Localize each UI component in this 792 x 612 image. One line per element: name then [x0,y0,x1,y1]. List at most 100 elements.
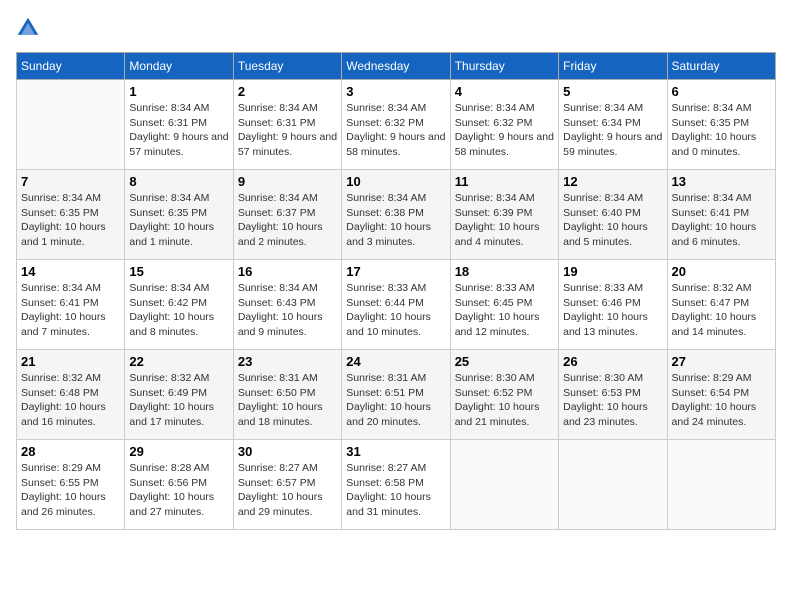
day-number: 12 [563,174,662,189]
calendar-week-row: 1Sunrise: 8:34 AMSunset: 6:31 PMDaylight… [17,80,776,170]
calendar-cell: 18Sunrise: 8:33 AMSunset: 6:45 PMDayligh… [450,260,558,350]
day-number: 24 [346,354,445,369]
day-number: 5 [563,84,662,99]
weekday-header-row: SundayMondayTuesdayWednesdayThursdayFrid… [17,53,776,80]
cell-info: Sunrise: 8:34 AMSunset: 6:41 PMDaylight:… [21,281,120,340]
cell-info: Sunrise: 8:27 AMSunset: 6:57 PMDaylight:… [238,461,337,520]
day-number: 29 [129,444,228,459]
calendar-cell: 31 Sunrise: 8:27 AMSunset: 6:58 PMDayligh… [342,440,450,530]
cell-info: Sunrise: 8:31 AMSunset: 6:51 PMDaylight:… [346,371,445,430]
cell-info: Sunrise: 8:34 AMSunset: 6:32 PMDaylight:… [455,101,554,160]
calendar-table: SundayMondayTuesdayWednesdayThursdayFrid… [16,52,776,530]
cell-info: Sunrise: 8:34 AMSunset: 6:37 PMDaylight:… [238,191,337,250]
day-number: 4 [455,84,554,99]
cell-info: Sunrise: 8:32 AMSunset: 6:49 PMDaylight:… [129,371,228,430]
day-number: 7 [21,174,120,189]
day-number: 16 [238,264,337,279]
calendar-cell: 28Sunrise: 8:29 AMSunset: 6:55 PMDayligh… [17,440,125,530]
day-number: 20 [672,264,771,279]
cell-info: Sunrise: 8:34 AMSunset: 6:34 PMDaylight:… [563,101,662,160]
calendar-cell: 9 Sunrise: 8:34 AMSunset: 6:37 PMDaylight… [233,170,341,260]
cell-info: Sunrise: 8:33 AMSunset: 6:44 PMDaylight:… [346,281,445,340]
cell-info: Sunrise: 8:34 AMSunset: 6:39 PMDaylight:… [455,191,554,250]
day-number: 21 [21,354,120,369]
cell-info: Sunrise: 8:32 AMSunset: 6:48 PMDaylight:… [21,371,120,430]
cell-info: Sunrise: 8:34 AMSunset: 6:43 PMDaylight:… [238,281,337,340]
calendar-week-row: 21 Sunrise: 8:32 AMSunset: 6:48 PMDayligh… [17,350,776,440]
day-number: 6 [672,84,771,99]
day-number: 18 [455,264,554,279]
day-number: 31 [346,444,445,459]
calendar-cell: 19 Sunrise: 8:33 AMSunset: 6:46 PMDayligh… [559,260,667,350]
calendar-cell: 6 Sunrise: 8:34 AMSunset: 6:35 PMDaylight… [667,80,775,170]
weekday-header-thursday: Thursday [450,53,558,80]
day-number: 25 [455,354,554,369]
day-number: 9 [238,174,337,189]
page-header [16,16,776,40]
day-number: 10 [346,174,445,189]
cell-info: Sunrise: 8:34 AMSunset: 6:35 PMDaylight:… [672,101,771,160]
logo-icon [16,16,40,40]
calendar-cell: 2 Sunrise: 8:34 AMSunset: 6:31 PMDaylight… [233,80,341,170]
cell-info: Sunrise: 8:34 AMSunset: 6:31 PMDaylight:… [238,101,337,160]
calendar-cell: 23 Sunrise: 8:31 AMSunset: 6:50 PMDayligh… [233,350,341,440]
calendar-cell: 10 Sunrise: 8:34 AMSunset: 6:38 PMDayligh… [342,170,450,260]
calendar-week-row: 28Sunrise: 8:29 AMSunset: 6:55 PMDayligh… [17,440,776,530]
cell-info: Sunrise: 8:34 AMSunset: 6:35 PMDaylight:… [129,191,228,250]
calendar-week-row: 7 Sunrise: 8:34 AMSunset: 6:35 PMDaylight… [17,170,776,260]
cell-info: Sunrise: 8:32 AMSunset: 6:47 PMDaylight:… [672,281,771,340]
weekday-header-friday: Friday [559,53,667,80]
day-number: 27 [672,354,771,369]
calendar-cell: 13 Sunrise: 8:34 AMSunset: 6:41 PMDayligh… [667,170,775,260]
cell-info: Sunrise: 8:30 AMSunset: 6:52 PMDaylight:… [455,371,554,430]
calendar-cell: 30 Sunrise: 8:27 AMSunset: 6:57 PMDayligh… [233,440,341,530]
day-number: 17 [346,264,445,279]
day-number: 30 [238,444,337,459]
weekday-header-saturday: Saturday [667,53,775,80]
cell-info: Sunrise: 8:27 AMSunset: 6:58 PMDaylight:… [346,461,445,520]
calendar-cell: 26 Sunrise: 8:30 AMSunset: 6:53 PMDayligh… [559,350,667,440]
cell-info: Sunrise: 8:33 AMSunset: 6:46 PMDaylight:… [563,281,662,340]
calendar-cell: 16 Sunrise: 8:34 AMSunset: 6:43 PMDayligh… [233,260,341,350]
calendar-cell [17,80,125,170]
cell-info: Sunrise: 8:29 AMSunset: 6:54 PMDaylight:… [672,371,771,430]
calendar-cell: 22 Sunrise: 8:32 AMSunset: 6:49 PMDayligh… [125,350,233,440]
calendar-cell: 29Sunrise: 8:28 AMSunset: 6:56 PMDayligh… [125,440,233,530]
day-number: 15 [129,264,228,279]
cell-info: Sunrise: 8:30 AMSunset: 6:53 PMDaylight:… [563,371,662,430]
day-number: 23 [238,354,337,369]
day-number: 28 [21,444,120,459]
cell-info: Sunrise: 8:34 AMSunset: 6:35 PMDaylight:… [21,191,120,250]
weekday-header-sunday: Sunday [17,53,125,80]
weekday-header-monday: Monday [125,53,233,80]
day-number: 2 [238,84,337,99]
logo [16,16,44,40]
calendar-cell [667,440,775,530]
day-number: 8 [129,174,228,189]
calendar-cell: 12 Sunrise: 8:34 AMSunset: 6:40 PMDayligh… [559,170,667,260]
day-number: 22 [129,354,228,369]
day-number: 26 [563,354,662,369]
calendar-cell: 5 Sunrise: 8:34 AMSunset: 6:34 PMDaylight… [559,80,667,170]
calendar-cell: 27 Sunrise: 8:29 AMSunset: 6:54 PMDayligh… [667,350,775,440]
day-number: 19 [563,264,662,279]
calendar-cell: 25 Sunrise: 8:30 AMSunset: 6:52 PMDayligh… [450,350,558,440]
cell-info: Sunrise: 8:34 AMSunset: 6:31 PMDaylight:… [129,101,228,160]
calendar-cell: 15Sunrise: 8:34 AMSunset: 6:42 PMDayligh… [125,260,233,350]
calendar-cell: 8 Sunrise: 8:34 AMSunset: 6:35 PMDaylight… [125,170,233,260]
cell-info: Sunrise: 8:34 AMSunset: 6:38 PMDaylight:… [346,191,445,250]
cell-info: Sunrise: 8:34 AMSunset: 6:41 PMDaylight:… [672,191,771,250]
calendar-cell: 17 Sunrise: 8:33 AMSunset: 6:44 PMDayligh… [342,260,450,350]
cell-info: Sunrise: 8:34 AMSunset: 6:40 PMDaylight:… [563,191,662,250]
cell-info: Sunrise: 8:34 AMSunset: 6:32 PMDaylight:… [346,101,445,160]
calendar-cell: 24 Sunrise: 8:31 AMSunset: 6:51 PMDayligh… [342,350,450,440]
calendar-cell: 20 Sunrise: 8:32 AMSunset: 6:47 PMDayligh… [667,260,775,350]
cell-info: Sunrise: 8:31 AMSunset: 6:50 PMDaylight:… [238,371,337,430]
calendar-cell: 7 Sunrise: 8:34 AMSunset: 6:35 PMDaylight… [17,170,125,260]
day-number: 3 [346,84,445,99]
calendar-cell: 3 Sunrise: 8:34 AMSunset: 6:32 PMDaylight… [342,80,450,170]
weekday-header-tuesday: Tuesday [233,53,341,80]
calendar-cell: 11Sunrise: 8:34 AMSunset: 6:39 PMDayligh… [450,170,558,260]
day-number: 13 [672,174,771,189]
day-number: 14 [21,264,120,279]
